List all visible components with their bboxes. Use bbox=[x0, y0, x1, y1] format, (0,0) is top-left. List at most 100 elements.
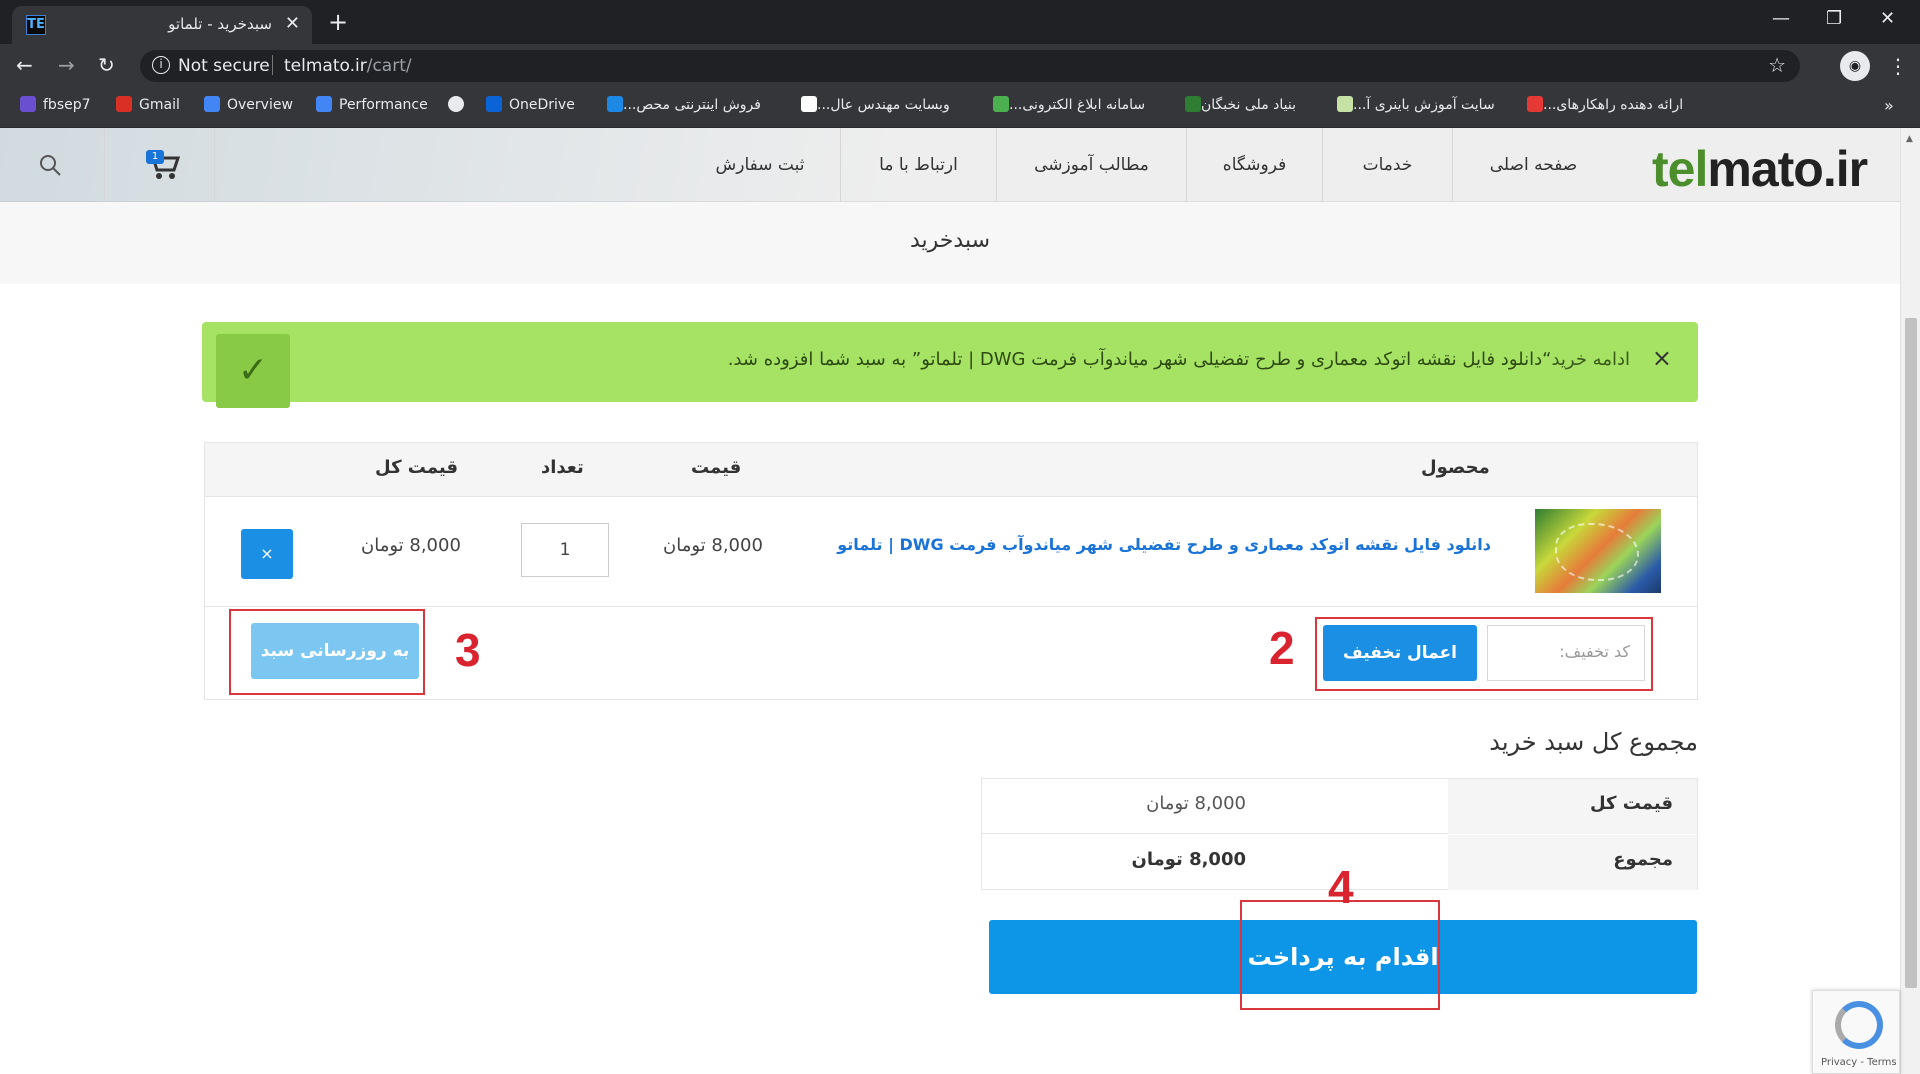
bookmark-favicon-icon bbox=[607, 96, 623, 112]
nav-item-shop[interactable]: فروشگاه bbox=[1186, 128, 1322, 202]
table-row: دانلود فایل نقشه اتوکد معماری و طرح تفضی… bbox=[205, 497, 1697, 607]
bookmark-favicon-icon bbox=[801, 96, 817, 112]
gmail-icon bbox=[116, 96, 132, 112]
bookmark-favicon-icon bbox=[20, 96, 36, 112]
recaptcha-icon bbox=[1835, 1001, 1883, 1049]
url-domain: telmato.ir bbox=[284, 56, 367, 76]
subtotal-label: قیمت کل bbox=[1448, 779, 1697, 834]
bookmark-item[interactable]: سایت آموزش باینری آ... bbox=[1330, 96, 1495, 118]
window-close-icon[interactable]: ✕ bbox=[1880, 8, 1895, 29]
site-logo[interactable]: telmato.ir bbox=[1652, 140, 1868, 198]
browser-tab-strip: TE سبدخرید - تلماتو ✕ + — ❐ ✕ bbox=[0, 0, 1920, 44]
url-path: /cart/ bbox=[366, 56, 412, 76]
bookmarks-overflow-icon[interactable]: » bbox=[1884, 96, 1894, 115]
product-link[interactable]: دانلود فایل نقشه اتوکد معماری و طرح تفضی… bbox=[837, 535, 1491, 554]
bookmark-favicon-icon bbox=[1337, 96, 1353, 112]
remove-item-button[interactable]: × bbox=[241, 529, 293, 579]
incognito-profile-icon[interactable]: ◉ bbox=[1840, 51, 1870, 81]
back-arrow-icon[interactable]: ← bbox=[16, 53, 33, 77]
product-subtotal: 8,000 تومان bbox=[361, 535, 461, 556]
product-price: 8,000 تومان bbox=[663, 535, 763, 556]
analytics-icon bbox=[204, 96, 220, 112]
browser-tab[interactable]: TE سبدخرید - تلماتو ✕ bbox=[12, 6, 312, 44]
subtotal-value: 8,000 تومان bbox=[1146, 793, 1246, 814]
onedrive-icon bbox=[486, 96, 502, 112]
bookmark-item[interactable]: Gmail bbox=[116, 96, 180, 118]
browser-menu-icon[interactable]: ⋮ bbox=[1888, 54, 1908, 78]
annotation-number-3: 3 bbox=[455, 624, 481, 676]
bookmark-item[interactable]: Performance bbox=[316, 96, 428, 118]
bookmark-item[interactable] bbox=[448, 96, 471, 118]
header-product: محصول bbox=[1421, 457, 1490, 478]
notice-message: ادامه خرید“دانلود فایل نقشه اتوکد معماری… bbox=[727, 349, 1630, 370]
bookmark-item[interactable]: fbsep7 bbox=[20, 96, 91, 118]
header-price: قیمت bbox=[691, 457, 742, 478]
continue-shopping-link[interactable]: ادامه خرید bbox=[1551, 349, 1630, 370]
tab-title: سبدخرید - تلماتو bbox=[168, 15, 272, 33]
url-text[interactable]: telmato.ir/cart/ bbox=[284, 56, 412, 76]
scroll-up-icon[interactable]: ▲ bbox=[1906, 134, 1913, 144]
success-notice: ✓ ادامه خرید“دانلود فایل نقشه اتوکد معما… bbox=[202, 322, 1698, 408]
annotation-number-2: 2 bbox=[1269, 622, 1295, 674]
bookmark-item[interactable]: سامانه ابلاغ الکترونی... bbox=[986, 96, 1145, 118]
header-quantity: تعداد bbox=[541, 457, 584, 478]
bookmark-item[interactable]: Overview bbox=[204, 96, 293, 118]
tab-close-icon[interactable]: ✕ bbox=[285, 13, 300, 34]
header-divider bbox=[214, 128, 215, 202]
restore-icon[interactable]: ❐ bbox=[1826, 8, 1842, 29]
cart-content: ✓ ادامه خرید“دانلود فایل نقشه اتوکد معما… bbox=[0, 284, 1900, 1074]
header-subtotal: قیمت کل bbox=[375, 457, 459, 478]
checkout-annotation-box bbox=[1240, 900, 1440, 1010]
reload-icon[interactable]: ↻ bbox=[98, 53, 115, 77]
nav-item-contact[interactable]: ارتباط با ما bbox=[840, 128, 996, 202]
apply-coupon-button[interactable]: اعمال تخفیف bbox=[1323, 625, 1477, 681]
not-secure-label: Not secure bbox=[178, 56, 270, 76]
recaptcha-terms[interactable]: Privacy - Terms bbox=[1821, 1057, 1897, 1068]
cart-totals-title: مجموع کل سبد خرید bbox=[1489, 728, 1698, 756]
page-title: سبدخرید bbox=[909, 228, 991, 253]
total-label: مجموع bbox=[1448, 835, 1697, 890]
search-icon[interactable] bbox=[38, 153, 62, 177]
address-bar[interactable]: i Not secure telmato.ir/cart/ ☆ bbox=[140, 50, 1800, 82]
minimize-icon[interactable]: — bbox=[1772, 8, 1790, 29]
new-tab-button[interactable]: + bbox=[328, 8, 348, 36]
product-thumbnail[interactable] bbox=[1535, 509, 1661, 593]
info-icon[interactable]: i bbox=[152, 56, 170, 74]
page-title-band: سبدخرید bbox=[0, 202, 1900, 284]
bookmark-item[interactable]: بنیاد ملی نخبگان bbox=[1178, 96, 1296, 118]
recaptcha-badge[interactable]: Privacy - Terms bbox=[1812, 990, 1900, 1074]
address-separator bbox=[272, 55, 273, 75]
bookmark-item[interactable]: ارائه دهنده راهکارهای... bbox=[1520, 96, 1683, 118]
globe-icon bbox=[448, 96, 464, 112]
bookmarks-bar: fbsep7 Gmail Overview Performance OneDri… bbox=[0, 88, 1920, 128]
cart-count-badge: 1 bbox=[146, 150, 164, 164]
cart-table: محصول قیمت تعداد قیمت کل دانلود فایل نقش… bbox=[204, 442, 1698, 700]
bookmark-favicon-icon bbox=[1185, 96, 1201, 112]
telmato-favicon-icon: TE bbox=[26, 15, 46, 35]
browser-toolbar: ← → ↻ i Not secure telmato.ir/cart/ ☆ ◉ … bbox=[0, 44, 1920, 88]
update-cart-button[interactable]: به روزرسانی سبد bbox=[251, 623, 419, 679]
nav-item-order[interactable]: ثبت سفارش bbox=[680, 128, 840, 202]
checkmark-icon: ✓ bbox=[216, 334, 290, 408]
bookmark-star-icon[interactable]: ☆ bbox=[1768, 53, 1786, 77]
bookmark-item[interactable]: وبسایت مهندس عال... bbox=[794, 96, 950, 118]
header-divider bbox=[104, 128, 105, 202]
total-value: 8,000 تومان bbox=[1131, 849, 1246, 870]
bookmark-favicon-icon bbox=[1527, 96, 1543, 112]
nav-item-tutorials[interactable]: مطالب آموزشی bbox=[996, 128, 1186, 202]
table-header: محصول قیمت تعداد قیمت کل bbox=[205, 443, 1697, 497]
bookmark-item[interactable]: OneDrive bbox=[486, 96, 575, 118]
annotation-number-4: 4 bbox=[1328, 861, 1354, 913]
forward-arrow-icon[interactable]: → bbox=[58, 53, 75, 77]
site-header: telmato.ir صفحه اصلی خدمات فروشگاه مطالب… bbox=[0, 128, 1900, 202]
coupon-input[interactable]: کد تخفیف: bbox=[1487, 625, 1645, 681]
scroll-thumb[interactable] bbox=[1905, 318, 1917, 988]
notice-close-icon[interactable]: × bbox=[1652, 344, 1672, 372]
bookmark-item[interactable]: فروش اینترنتی محص... bbox=[600, 96, 761, 118]
page-scrollbar[interactable]: ▲ bbox=[1900, 128, 1920, 1074]
quantity-input[interactable]: 1 bbox=[521, 523, 609, 577]
nav-item-home[interactable]: صفحه اصلی bbox=[1452, 128, 1614, 202]
analytics-icon bbox=[316, 96, 332, 112]
nav-item-services[interactable]: خدمات bbox=[1322, 128, 1452, 202]
bookmark-favicon-icon bbox=[993, 96, 1009, 112]
